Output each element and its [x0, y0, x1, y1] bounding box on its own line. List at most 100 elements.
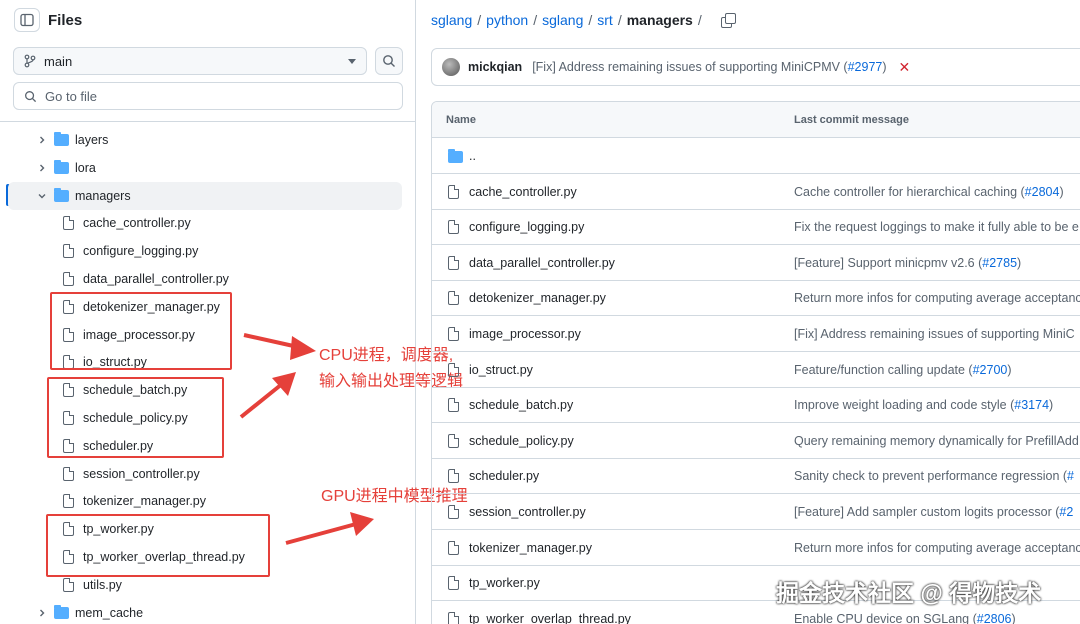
file-name-link[interactable]: session_controller.py	[469, 505, 586, 519]
commit-message-link[interactable]: Cache controller for hierarchical cachin…	[794, 185, 1064, 199]
file-icon	[448, 291, 459, 306]
file-name-link[interactable]: schedule_policy.py	[469, 434, 574, 448]
tree-file-item[interactable]: cache_controller.py	[0, 209, 402, 237]
tree-item-label: tokenizer_manager.py	[83, 494, 206, 509]
go-to-file-input[interactable]: Go to file	[13, 82, 403, 110]
tree-folder-layers[interactable]: layers	[0, 126, 402, 154]
folder-icon	[54, 187, 69, 202]
tree-folder-managers[interactable]: managers	[8, 181, 402, 210]
file-row[interactable]: session_controller.py [Feature] Add sampl…	[432, 494, 1080, 530]
tree-file-item[interactable]: data_parallel_controller.py	[0, 265, 402, 293]
git-branch-icon	[24, 54, 36, 68]
watermark: 掘金技术社区 @ 得物技术	[776, 580, 1042, 606]
file-name-link[interactable]: tokenizer_manager.py	[469, 541, 592, 555]
column-name-header: Name	[446, 114, 476, 126]
file-icon	[63, 244, 74, 259]
commit-message-link[interactable]: [Fix] Address remaining issues of suppor…	[794, 327, 1075, 341]
file-icon	[448, 327, 459, 341]
file-name-link[interactable]: configure_logging.py	[469, 220, 584, 234]
commit-author[interactable]: mickqian	[468, 60, 522, 74]
commit-message-link[interactable]: Return more infos for computing average …	[794, 541, 1080, 555]
column-commit-header: Last commit message	[794, 114, 909, 126]
file-row[interactable]: detokenizer_manager.py Return more infos …	[432, 280, 1080, 317]
file-row[interactable]: configure_logging.py Fix the request logg…	[432, 209, 1080, 246]
file-row[interactable]: image_processor.py [Fix] Address remainin…	[432, 316, 1080, 352]
folder-icon	[448, 149, 463, 163]
search-icon	[383, 55, 395, 67]
commit-message-link[interactable]: [Feature] Add sampler custom logits proc…	[794, 505, 1073, 519]
chevron-down-icon[interactable]	[36, 190, 48, 202]
file-icon	[448, 255, 459, 270]
breadcrumb-current: managers	[626, 12, 693, 28]
file-icon	[448, 184, 459, 199]
file-name-link[interactable]: detokenizer_manager.py	[469, 291, 606, 305]
commit-message-link[interactable]: Feature/function calling update (#2700)	[794, 363, 1012, 377]
commit-message-link[interactable]: Sanity check to prevent performance regr…	[794, 469, 1074, 483]
chevron-right-icon[interactable]	[36, 134, 48, 146]
file-row[interactable]: schedule_policy.py Query remaining memory…	[432, 423, 1080, 459]
copy-path-icon[interactable]	[720, 13, 736, 28]
file-icon	[448, 469, 459, 484]
commit-pr-link[interactable]: #2977	[848, 60, 883, 74]
file-row[interactable]: scheduler.py Sanity check to prevent perf…	[432, 458, 1080, 495]
breadcrumb-link-srt[interactable]: srt	[597, 12, 613, 28]
chevron-right-icon[interactable]	[36, 162, 48, 174]
file-name-link[interactable]: tp_worker_overlap_thread.py	[469, 612, 631, 624]
branch-name: main	[44, 53, 73, 69]
file-name-link[interactable]: tp_worker.py	[469, 576, 540, 590]
avatar[interactable]	[442, 58, 460, 76]
pr-link[interactable]: #2785	[982, 256, 1017, 270]
search-button[interactable]	[375, 47, 403, 75]
file-icon	[448, 505, 459, 519]
branch-selector[interactable]: main	[13, 47, 367, 75]
breadcrumb-link-repo[interactable]: sglang	[431, 12, 472, 28]
pr-link[interactable]: #2804	[1025, 185, 1060, 199]
file-name-link[interactable]: image_processor.py	[469, 327, 581, 341]
file-row[interactable]: cache_controller.py Cache controller for …	[432, 174, 1080, 210]
tree-folder-mem-cache[interactable]: mem_cache	[0, 599, 402, 624]
commit-message-link[interactable]: Enable CPU device on SGLang (#2806)	[794, 612, 1016, 624]
breadcrumb-link-python[interactable]: python	[486, 12, 528, 28]
commit-message-link[interactable]: Query remaining memory dynamically for P…	[794, 434, 1079, 448]
file-name-link[interactable]: schedule_batch.py	[469, 398, 573, 412]
commit-message-link[interactable]: Improve weight loading and code style (#…	[794, 398, 1053, 412]
file-row[interactable]: io_struct.py Feature/function calling upd…	[432, 352, 1080, 388]
divider	[0, 121, 416, 122]
commit-message-link[interactable]: [Feature] Support minicpmv v2.6 (#2785)	[794, 256, 1021, 270]
file-icon	[63, 272, 74, 286]
file-row[interactable]: schedule_batch.py Improve weight loading …	[432, 387, 1080, 424]
tree-item-label: data_parallel_controller.py	[83, 272, 229, 286]
file-name-link[interactable]: scheduler.py	[469, 469, 539, 483]
commit-message-link[interactable]: Fix the request loggings to make it full…	[794, 220, 1079, 234]
pr-link[interactable]: #3174	[1014, 398, 1049, 412]
check-failed-icon[interactable]: ✕	[899, 59, 911, 76]
file-icon	[448, 362, 459, 377]
file-row[interactable]: tokenizer_manager.py Return more infos fo…	[432, 530, 1080, 566]
commit-message-link[interactable]: Return more infos for computing average …	[794, 291, 1080, 305]
pr-link[interactable]: #	[1067, 469, 1074, 483]
pr-link[interactable]: #2806	[977, 612, 1012, 624]
pr-link[interactable]: #2700	[973, 363, 1008, 377]
tree-item-label: layers	[75, 133, 109, 147]
file-icon	[63, 577, 74, 592]
breadcrumb-link-sglang[interactable]: sglang	[542, 12, 583, 28]
sidebar-panel-icon	[20, 13, 34, 27]
file-row[interactable]: data_parallel_controller.py [Feature] Sup…	[432, 245, 1080, 281]
search-icon	[25, 90, 37, 102]
breadcrumb: sglang / python / sglang / srt / managers /	[431, 10, 736, 30]
tree-file-item[interactable]: configure_logging.py	[0, 237, 402, 265]
file-icon	[448, 576, 459, 591]
chevron-down-icon	[348, 59, 356, 64]
pr-link[interactable]: #2	[1059, 505, 1073, 519]
tree-folder-lora[interactable]: lora	[0, 154, 402, 182]
file-name-link[interactable]: data_parallel_controller.py	[469, 256, 615, 270]
tree-file-item[interactable]: session_controller.py	[0, 460, 402, 488]
file-name-link[interactable]: io_struct.py	[469, 363, 533, 377]
chevron-right-icon[interactable]	[36, 607, 48, 619]
parent-directory-row[interactable]: ..	[432, 138, 1080, 174]
collapse-sidebar-button[interactable]	[14, 8, 40, 32]
commit-message[interactable]: [Fix] Address remaining issues of suppor…	[532, 60, 886, 74]
go-to-file-placeholder: Go to file	[45, 88, 98, 104]
file-name-link[interactable]: cache_controller.py	[469, 185, 577, 199]
file-name-link[interactable]: ..	[469, 149, 476, 163]
